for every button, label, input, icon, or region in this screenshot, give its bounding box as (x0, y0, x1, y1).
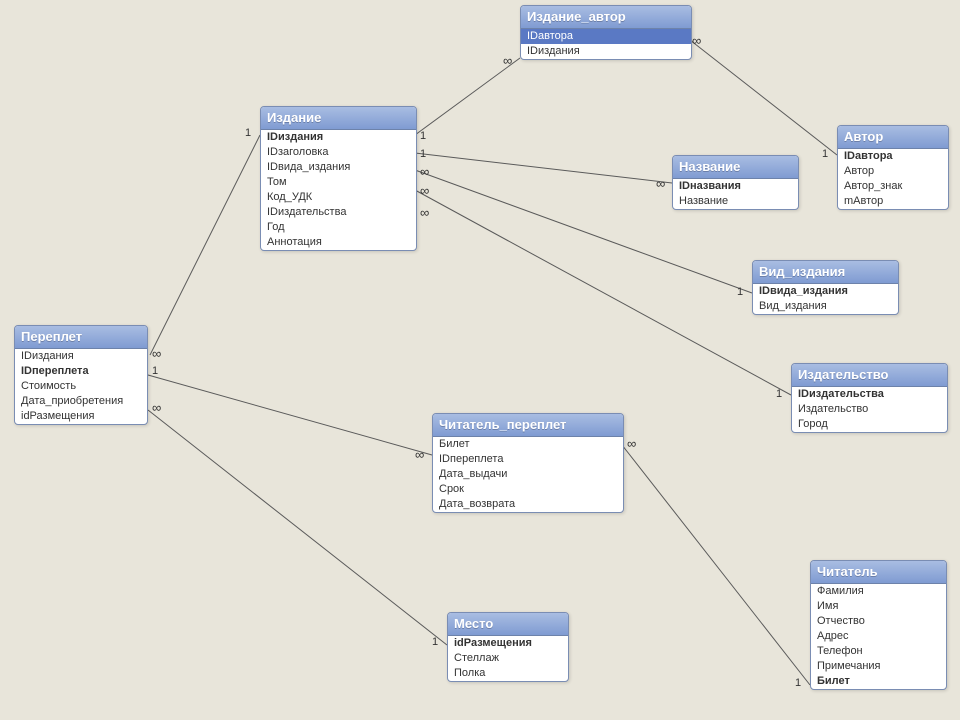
entity-pereplet[interactable]: Переплет IDиздания IDпереплета Стоимость… (14, 325, 148, 425)
entity-izdanie-avtor[interactable]: Издание_автор IDавтора IDиздания (520, 5, 692, 60)
cardinality-label: ∞ (692, 33, 701, 48)
cardinality-label: 1 (420, 130, 426, 142)
entity-title: Название (673, 156, 798, 179)
entity-chitatel-pereplet[interactable]: Читатель_переплет Билет IDпереплета Дата… (432, 413, 624, 513)
entity-fields: Фамилия Имя Отчество Адрес Телефон Приме… (811, 584, 946, 689)
field[interactable]: IDпереплета (433, 452, 623, 467)
entity-fields: IDавтора IDиздания (521, 29, 691, 59)
field[interactable]: Вид_издания (753, 299, 898, 314)
entity-title: Место (448, 613, 568, 636)
field[interactable]: Дата_приобретения (15, 394, 147, 409)
cardinality-label: 1 (245, 127, 251, 139)
cardinality-label: ∞ (420, 164, 429, 179)
field[interactable]: Фамилия (811, 584, 946, 599)
field-pk[interactable]: IDназвания (673, 179, 798, 194)
cardinality-label: 1 (152, 365, 158, 377)
field[interactable]: mАвтор (838, 194, 948, 209)
field[interactable]: IDзаголовка (261, 145, 416, 160)
field[interactable]: IDиздательства (261, 205, 416, 220)
cardinality-label: 1 (432, 636, 438, 648)
cardinality-label: 1 (822, 148, 828, 160)
entity-title: Издание_автор (521, 6, 691, 29)
entity-fields: IDавтора Автор Автор_знак mАвтор (838, 149, 948, 209)
entity-title: Издательство (792, 364, 947, 387)
field[interactable]: IDвида_издания (261, 160, 416, 175)
field-selected[interactable]: IDавтора (521, 29, 691, 44)
entity-avtor[interactable]: Автор IDавтора Автор Автор_знак mАвтор (837, 125, 949, 210)
field[interactable]: Код_УДК (261, 190, 416, 205)
field[interactable]: IDиздания (15, 349, 147, 364)
cardinality-label: ∞ (415, 447, 424, 462)
field[interactable]: idРазмещения (15, 409, 147, 424)
entity-title: Вид_издания (753, 261, 898, 284)
entity-title: Читатель_переплет (433, 414, 623, 437)
field[interactable]: Автор_знак (838, 179, 948, 194)
entity-nazvanie[interactable]: Название IDназвания Название (672, 155, 799, 210)
cardinality-label: ∞ (627, 436, 636, 451)
field[interactable]: Издательство (792, 402, 947, 417)
field[interactable]: IDиздания (521, 44, 691, 59)
entity-fields: IDиздания IDпереплета Стоимость Дата_при… (15, 349, 147, 424)
cardinality-label: ∞ (152, 400, 161, 415)
field[interactable]: Срок (433, 482, 623, 497)
field[interactable]: Отчество (811, 614, 946, 629)
entity-fields: IDиздательства Издательство Город (792, 387, 947, 432)
field[interactable]: Дата_выдачи (433, 467, 623, 482)
field[interactable]: Название (673, 194, 798, 209)
entity-title: Переплет (15, 326, 147, 349)
entity-chitatel[interactable]: Читатель Фамилия Имя Отчество Адрес Теле… (810, 560, 947, 690)
entity-fields: idРазмещения Стеллаж Полка (448, 636, 568, 681)
cardinality-label: ∞ (420, 205, 429, 220)
entity-fields: IDназвания Название (673, 179, 798, 209)
entity-izdatelstvo[interactable]: Издательство IDиздательства Издательство… (791, 363, 948, 433)
cardinality-label: ∞ (152, 346, 161, 361)
entity-izdanie[interactable]: Издание IDиздания IDзаголовка IDвида_изд… (260, 106, 417, 251)
field[interactable]: Том (261, 175, 416, 190)
field[interactable]: Телефон (811, 644, 946, 659)
entity-fields: Билет IDпереплета Дата_выдачи Срок Дата_… (433, 437, 623, 512)
field-pk[interactable]: IDиздательства (792, 387, 947, 402)
cardinality-label: 1 (737, 286, 743, 298)
field[interactable]: Город (792, 417, 947, 432)
cardinality-label: ∞ (503, 53, 512, 68)
entity-title: Автор (838, 126, 948, 149)
field[interactable]: Адрес (811, 629, 946, 644)
field-pk[interactable]: idРазмещения (448, 636, 568, 651)
field[interactable]: Стоимость (15, 379, 147, 394)
entity-fields: IDвида_издания Вид_издания (753, 284, 898, 314)
field[interactable]: Аннотация (261, 235, 416, 250)
field[interactable]: Стеллаж (448, 651, 568, 666)
field-pk[interactable]: IDиздания (261, 130, 416, 145)
entity-title: Издание (261, 107, 416, 130)
field-pk[interactable]: IDпереплета (15, 364, 147, 379)
entity-mesto[interactable]: Место idРазмещения Стеллаж Полка (447, 612, 569, 682)
field[interactable]: Год (261, 220, 416, 235)
cardinality-label: 1 (795, 677, 801, 689)
cardinality-label: ∞ (656, 176, 665, 191)
cardinality-label: ∞ (420, 183, 429, 198)
field[interactable]: Автор (838, 164, 948, 179)
cardinality-label: 1 (420, 148, 426, 160)
diagram-canvas[interactable]: Переплет IDиздания IDпереплета Стоимость… (0, 0, 960, 720)
cardinality-label: 1 (776, 388, 782, 400)
field[interactable]: Примечания (811, 659, 946, 674)
field[interactable]: Билет (433, 437, 623, 452)
entity-fields: IDиздания IDзаголовка IDвида_издания Том… (261, 130, 416, 250)
entity-vid-izdaniya[interactable]: Вид_издания IDвида_издания Вид_издания (752, 260, 899, 315)
field[interactable]: Дата_возврата (433, 497, 623, 512)
field-pk[interactable]: Билет (811, 674, 946, 689)
field-pk[interactable]: IDавтора (838, 149, 948, 164)
entity-title: Читатель (811, 561, 946, 584)
field-pk[interactable]: IDвида_издания (753, 284, 898, 299)
field[interactable]: Полка (448, 666, 568, 681)
field[interactable]: Имя (811, 599, 946, 614)
